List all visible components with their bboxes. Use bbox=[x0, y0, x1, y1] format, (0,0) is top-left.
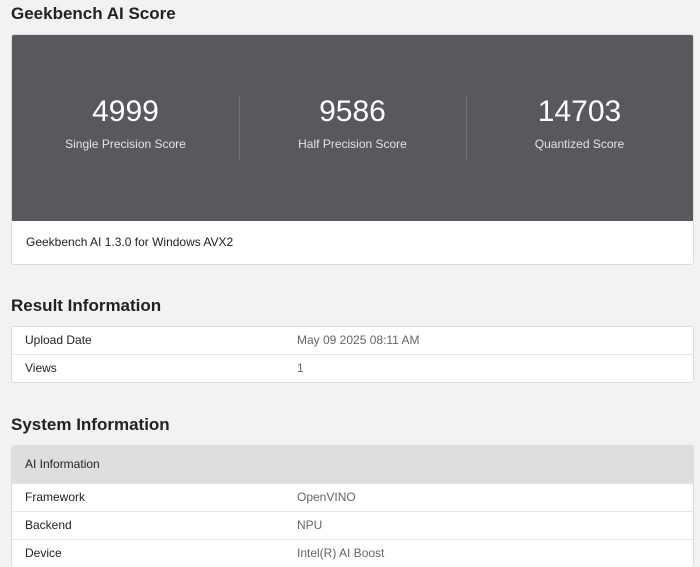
row-value: NPU bbox=[297, 518, 323, 532]
row-key: Device bbox=[25, 546, 62, 560]
score-value: 14703 bbox=[537, 95, 622, 128]
row-value: OpenVINO bbox=[297, 490, 356, 504]
table-row: Upload Date May 09 2025 08:11 AM bbox=[12, 327, 693, 354]
table-row: Device Intel(R) AI Boost bbox=[12, 539, 693, 567]
row-value: 1 bbox=[297, 361, 304, 375]
row-value: Intel(R) AI Boost bbox=[297, 546, 385, 560]
score-value: 9586 bbox=[319, 95, 386, 128]
table-row: Backend NPU bbox=[12, 511, 693, 539]
system-info-heading: System Information bbox=[11, 415, 170, 434]
score-value: 4999 bbox=[92, 95, 159, 128]
row-key: Backend bbox=[25, 518, 72, 532]
row-key: Views bbox=[25, 361, 57, 375]
score-label: Quantized Score bbox=[534, 137, 625, 151]
version-text: Geekbench AI 1.3.0 for Windows AVX2 bbox=[26, 235, 234, 249]
score-card: 4999 Single Precision Score 9586 Half Pr… bbox=[11, 34, 694, 265]
half-precision-score: 9586 Half Precision Score bbox=[239, 35, 466, 221]
quantized-score: 14703 Quantized Score bbox=[466, 35, 693, 221]
row-key: Upload Date bbox=[25, 333, 92, 347]
score-label: Half Precision Score bbox=[298, 137, 407, 151]
row-key: Framework bbox=[25, 490, 86, 504]
score-panel: 4999 Single Precision Score 9586 Half Pr… bbox=[12, 35, 693, 221]
single-precision-score: 4999 Single Precision Score bbox=[12, 35, 239, 221]
table-row: Views 1 bbox=[12, 354, 693, 382]
ai-information-header: AI Information bbox=[12, 446, 693, 483]
row-value: May 09 2025 08:11 AM bbox=[297, 333, 420, 347]
result-info-table: Upload Date May 09 2025 08:11 AM Views 1 bbox=[11, 326, 694, 383]
result-info-heading: Result Information bbox=[11, 296, 162, 315]
table-row: Framework OpenVINO bbox=[12, 483, 693, 511]
score-heading: Geekbench AI Score bbox=[11, 4, 176, 23]
system-info-table: AI Information Framework OpenVINO Backend… bbox=[11, 445, 694, 567]
score-label: Single Precision Score bbox=[65, 137, 186, 151]
